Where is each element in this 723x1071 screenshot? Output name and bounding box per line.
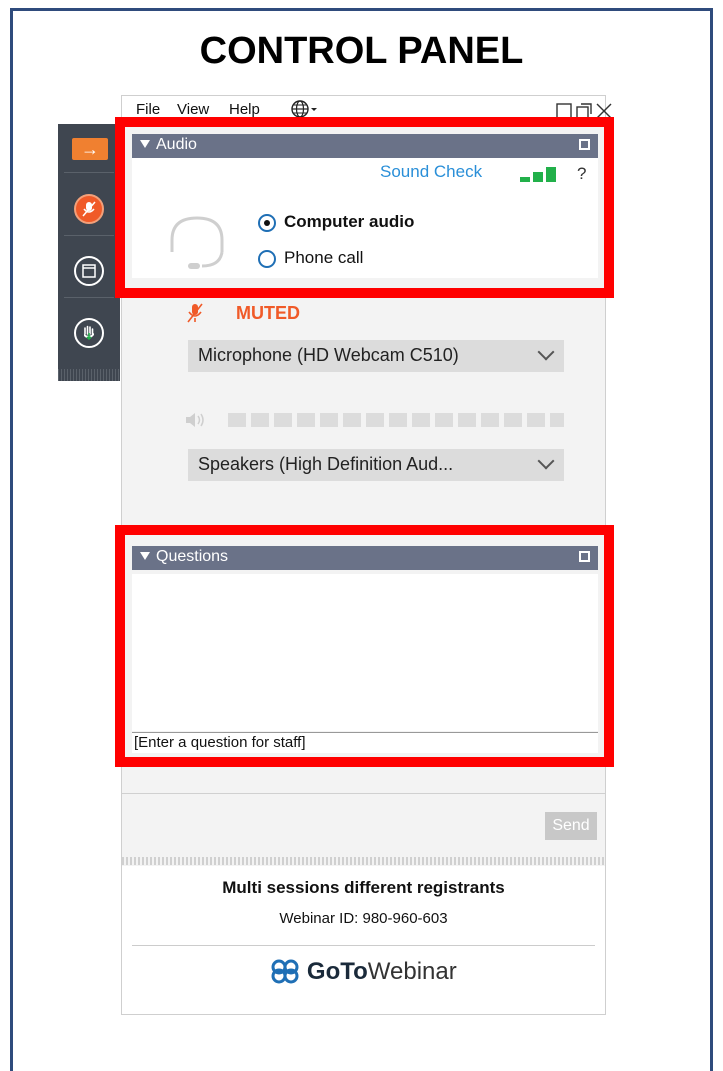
session-title: Multi sessions different registrants <box>222 878 505 897</box>
brand-webinar: Webinar <box>367 958 457 985</box>
brand-goto: GoTo <box>306 958 368 985</box>
footer: Multi sessions different registrants Web… <box>122 866 605 1014</box>
send-button[interactable]: Send <box>545 812 597 840</box>
mic-muted-icon <box>187 303 203 323</box>
toolbar-grip[interactable] <box>58 369 120 381</box>
menu-help[interactable]: Help <box>229 101 260 118</box>
gotowebinar-logo-icon <box>271 959 299 984</box>
page-title: CONTROL PANEL <box>199 30 524 72</box>
menu-view[interactable]: View <box>177 101 209 118</box>
chevron-down-icon <box>537 343 555 361</box>
questions-highlight-box <box>115 525 614 767</box>
speaker-level-meter <box>228 413 564 427</box>
speakers-select[interactable]: Speakers (High Definition Aud... <box>188 449 564 481</box>
globe-icon <box>291 100 317 118</box>
screen-view-button[interactable] <box>68 250 110 292</box>
divider <box>122 793 605 794</box>
divider <box>132 945 595 946</box>
divider <box>64 297 114 298</box>
divider <box>64 172 114 173</box>
raise-hand-icon <box>74 318 104 348</box>
microphone-select-value: Microphone (HD Webcam C510) <box>198 345 459 365</box>
webinar-id: Webinar ID: 980-960-603 <box>279 910 448 927</box>
speaker-icon <box>186 413 204 427</box>
muted-status: MUTED <box>236 303 300 323</box>
mic-muted-icon <box>74 194 104 224</box>
resize-grip[interactable] <box>122 857 605 865</box>
brand-logo: GoToWebinar <box>122 958 605 986</box>
mute-toggle-button[interactable] <box>68 188 110 230</box>
side-toolbar: → <box>58 124 120 381</box>
menu-file[interactable]: File <box>136 101 160 118</box>
collapse-panel-button[interactable]: → <box>72 138 108 160</box>
chevron-down-icon <box>537 452 555 470</box>
window-icon <box>74 256 104 286</box>
arrow-icon: → <box>81 138 99 159</box>
speakers-select-value: Speakers (High Definition Aud... <box>198 454 454 474</box>
raise-hand-button[interactable] <box>68 312 110 354</box>
audio-highlight-box <box>115 117 614 298</box>
divider <box>64 235 114 236</box>
microphone-select[interactable]: Microphone (HD Webcam C510) <box>188 340 564 372</box>
